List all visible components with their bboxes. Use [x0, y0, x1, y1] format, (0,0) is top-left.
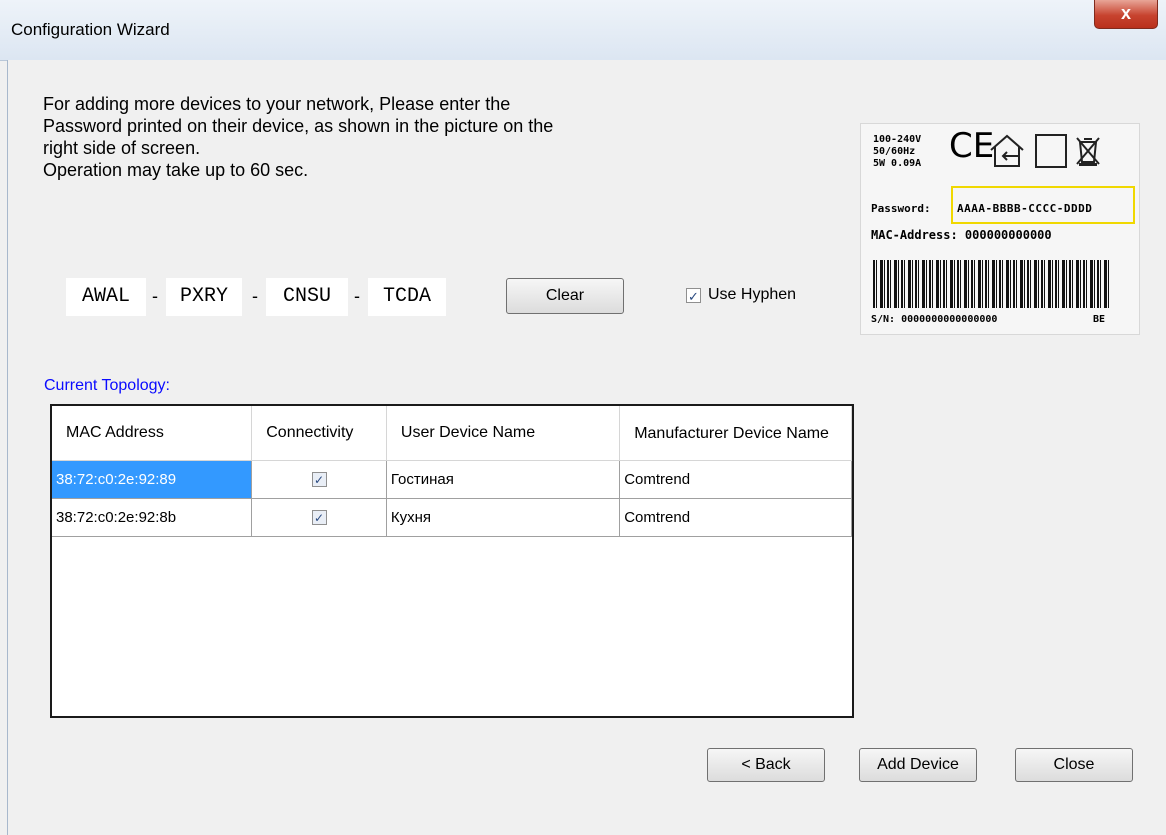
- instruction-line: For adding more devices to your network,…: [43, 94, 511, 114]
- check-icon: ✓: [314, 511, 325, 525]
- device-specs: 100-240V 50/60Hz 5W 0.09A: [873, 134, 921, 170]
- label-serial-number: S/N: 0000000000000000: [871, 314, 998, 325]
- clear-button[interactable]: Clear: [506, 278, 624, 314]
- check-icon: ✓: [688, 289, 699, 304]
- password-segment-2-input[interactable]: PXRY: [166, 278, 242, 316]
- cell-manufacturer[interactable]: Comtrend: [619, 460, 852, 499]
- cell-user-device-name[interactable]: Гостиная: [386, 460, 621, 499]
- connectivity-checkbox[interactable]: ✓: [311, 472, 327, 487]
- instruction-line: Password printed on their device, as sho…: [43, 116, 554, 136]
- ce-mark-icon: CE: [949, 126, 995, 166]
- weee-bin-icon: [1076, 137, 1100, 166]
- close-icon: x: [1120, 3, 1131, 23]
- instructions-text: For adding more devices to your network,…: [43, 93, 693, 181]
- cell-mac[interactable]: 38:72:c0:2e:92:89: [52, 460, 253, 499]
- label-password-caption: Password:: [871, 202, 931, 215]
- title-bar: Configuration Wizard: [0, 0, 1166, 61]
- password-segment-1-input[interactable]: AWAL: [66, 278, 146, 316]
- table-row[interactable]: 38:72:c0:2e:92:89 ✓ Гостиная Comtrend: [52, 460, 852, 499]
- barcode: [873, 260, 1109, 308]
- password-segment-3-input[interactable]: CNSU: [266, 278, 348, 316]
- back-button[interactable]: < Back: [707, 748, 825, 782]
- connectivity-checkbox[interactable]: ✓: [311, 510, 327, 525]
- current-topology-label: Current Topology:: [44, 377, 170, 394]
- add-device-button[interactable]: Add Device: [859, 748, 977, 782]
- label-serial-suffix: BE: [1093, 314, 1106, 325]
- column-header-user-device-name[interactable]: User Device Name: [386, 406, 621, 461]
- label-mac-address: MAC-Address: 000000000000: [871, 228, 1052, 242]
- password-segment-4-input[interactable]: TCDA: [368, 278, 446, 316]
- column-header-mac[interactable]: MAC Address: [52, 406, 253, 461]
- device-label-image: 100-240V 50/60Hz 5W 0.09A CE Password: A…: [860, 123, 1140, 335]
- spec-line: 5W 0.09A: [873, 158, 922, 169]
- cell-connectivity[interactable]: ✓: [251, 498, 387, 537]
- password-separator: -: [354, 286, 360, 306]
- label-password-example: AAAA-BBBB-CCCC-DDDD: [957, 202, 1093, 215]
- instruction-line: right side of screen.: [43, 138, 201, 158]
- table-row[interactable]: 38:72:c0:2e:92:8b ✓ Кухня Comtrend: [52, 498, 852, 537]
- spec-line: 100-240V: [873, 134, 922, 145]
- use-hyphen-checkbox[interactable]: ✓: [686, 288, 701, 304]
- password-separator: -: [152, 286, 158, 306]
- cell-mac[interactable]: 38:72:c0:2e:92:8b: [52, 498, 253, 537]
- check-icon: ✓: [314, 473, 325, 487]
- close-button[interactable]: Close: [1015, 748, 1133, 782]
- instruction-line: Operation may take up to 60 sec.: [43, 160, 309, 180]
- password-separator: -: [252, 286, 258, 306]
- double-insulation-icon: [1035, 134, 1067, 168]
- column-header-manufacturer[interactable]: Manufacturer Device Name: [619, 406, 852, 461]
- window-title: Configuration Wizard: [11, 20, 170, 39]
- window-close-button[interactable]: x: [1094, 0, 1158, 29]
- column-header-connectivity[interactable]: Connectivity: [251, 406, 387, 461]
- table-header-row: MAC Address Connectivity User Device Nam…: [52, 406, 852, 461]
- cell-user-device-name[interactable]: Кухня: [386, 498, 621, 537]
- topology-table[interactable]: MAC Address Connectivity User Device Nam…: [50, 404, 854, 718]
- indoor-use-icon: [990, 134, 1024, 167]
- cell-connectivity[interactable]: ✓: [251, 460, 387, 499]
- cell-manufacturer[interactable]: Comtrend: [619, 498, 852, 537]
- use-hyphen-label: Use Hyphen: [708, 286, 797, 303]
- spec-line: 50/60Hz: [873, 146, 916, 157]
